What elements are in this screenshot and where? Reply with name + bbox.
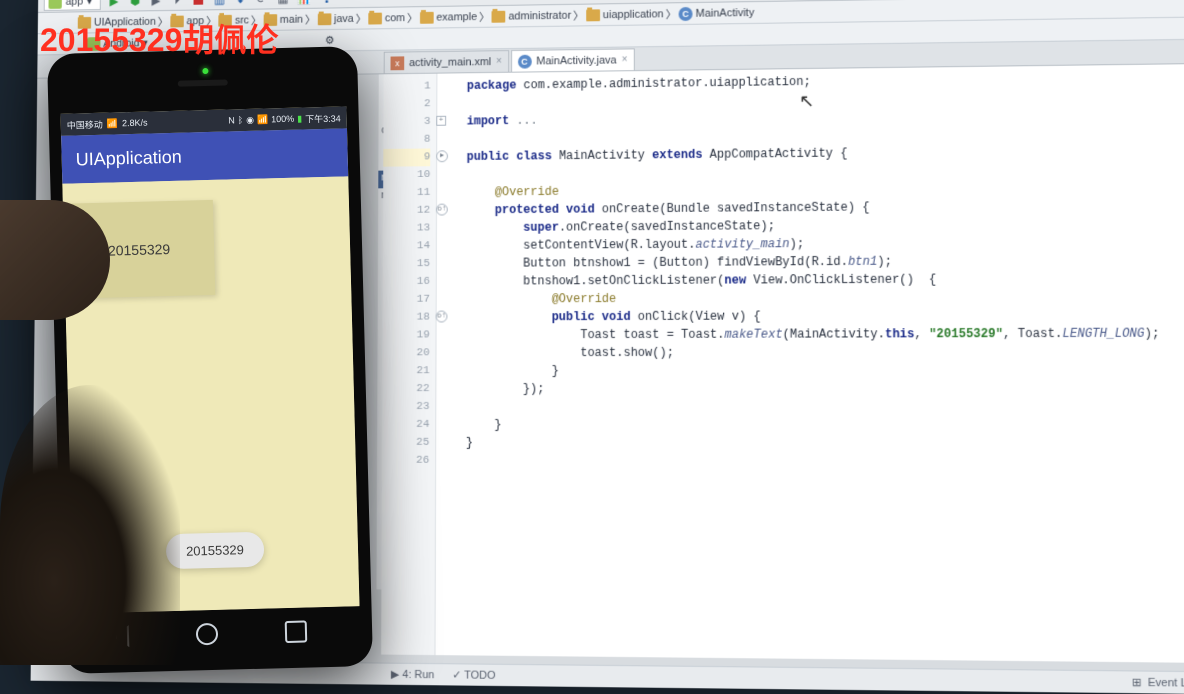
override-icon[interactable]: o↑: [436, 311, 448, 323]
crumb-com[interactable]: com: [366, 12, 407, 24]
class-icon: C: [679, 6, 693, 20]
tab-activity-main[interactable]: x activity_main.xml ×: [384, 50, 509, 73]
run-tool[interactable]: ▶ 4: Run: [391, 668, 435, 682]
event-log[interactable]: ⊞ Event Log: [1132, 676, 1184, 690]
crumb-example[interactable]: example: [418, 11, 479, 24]
folder-icon: [420, 11, 434, 23]
carrier-label: 中国移动: [67, 117, 103, 131]
battery-icon: ▮: [297, 113, 302, 124]
run-gutter-icon[interactable]: ▸: [436, 150, 448, 162]
clock-label: 下午3:34: [305, 111, 341, 125]
fold-icon[interactable]: +: [436, 116, 446, 126]
chevron-down-icon: ▾: [87, 0, 92, 7]
folder-icon: [586, 9, 600, 21]
tab-label: activity_main.xml: [409, 56, 491, 69]
run-config-dropdown[interactable]: app ▾: [44, 0, 101, 10]
crumb-class[interactable]: CMainActivity: [677, 6, 757, 21]
close-icon[interactable]: ×: [622, 54, 628, 65]
line-gutter: 1 2 3+ 8 9▸ 10 11 12o↑ 13 14 15 16 17 18…: [381, 74, 437, 655]
toast-message: 20155329: [166, 532, 265, 570]
earpiece: [178, 79, 228, 86]
debug-button[interactable]: ⬢: [127, 0, 142, 8]
hand-shadow: [0, 385, 180, 665]
override-icon[interactable]: o↑: [436, 204, 448, 216]
todo-tool[interactable]: ✓ TODO: [452, 668, 495, 682]
profile-button[interactable]: ⏵: [169, 0, 184, 8]
location-icon: ◉: [246, 114, 254, 125]
button-label: 20155329: [108, 241, 171, 259]
folder-icon: [368, 12, 382, 24]
folder-icon: [317, 13, 331, 25]
bluetooth-icon: ᛒ: [238, 115, 244, 125]
app-title: UIApplication: [75, 146, 182, 170]
close-icon[interactable]: ×: [496, 56, 502, 67]
attach-button[interactable]: ▶: [148, 0, 163, 8]
run-config-label: app: [66, 0, 84, 7]
tab-mainactivity[interactable]: C MainActivity.java ×: [511, 48, 635, 71]
code-area[interactable]: package com.example.administrator.uiappl…: [457, 64, 1184, 663]
avd-button[interactable]: ▥: [212, 0, 227, 7]
xml-icon: x: [391, 56, 405, 70]
recents-button[interactable]: [284, 620, 307, 643]
crumb-pkg[interactable]: uiapplication: [584, 8, 666, 21]
speed-label: 2.8K/s: [122, 118, 148, 129]
wifi-icon: 📶: [257, 114, 269, 125]
nfc-icon: N: [228, 115, 235, 125]
watermark-text: 20155329胡佩伦: [40, 15, 278, 61]
monitor-button[interactable]: 📊: [296, 0, 312, 6]
stop-button[interactable]: [191, 0, 206, 7]
code-editor[interactable]: 1 2 3+ 8 9▸ 10 11 12o↑ 13 14 15 16 17 18…: [381, 64, 1184, 663]
run-button[interactable]: ▶: [106, 0, 121, 9]
toast-label: 20155329: [186, 542, 244, 559]
folder-icon: [492, 10, 506, 22]
home-button[interactable]: [196, 623, 219, 646]
signal-icon: 📶: [107, 118, 119, 129]
app-toolbar: UIApplication: [61, 128, 348, 183]
sdk-button[interactable]: ⬇: [233, 0, 249, 7]
notification-led: [202, 68, 208, 74]
sync-button[interactable]: ⟳: [254, 0, 270, 6]
crumb-admin[interactable]: administrator: [490, 9, 573, 22]
tab-label: MainActivity.java: [536, 54, 616, 67]
cursor-icon: ↖: [799, 91, 814, 112]
android-icon: [48, 0, 61, 8]
help-button[interactable]: ?: [322, 0, 333, 8]
battery-label: 100%: [271, 114, 294, 125]
crumb-java[interactable]: java: [316, 13, 356, 25]
class-icon: C: [518, 54, 532, 68]
gear-icon[interactable]: ⚙: [323, 34, 337, 47]
layout-button[interactable]: ▦: [275, 0, 291, 6]
